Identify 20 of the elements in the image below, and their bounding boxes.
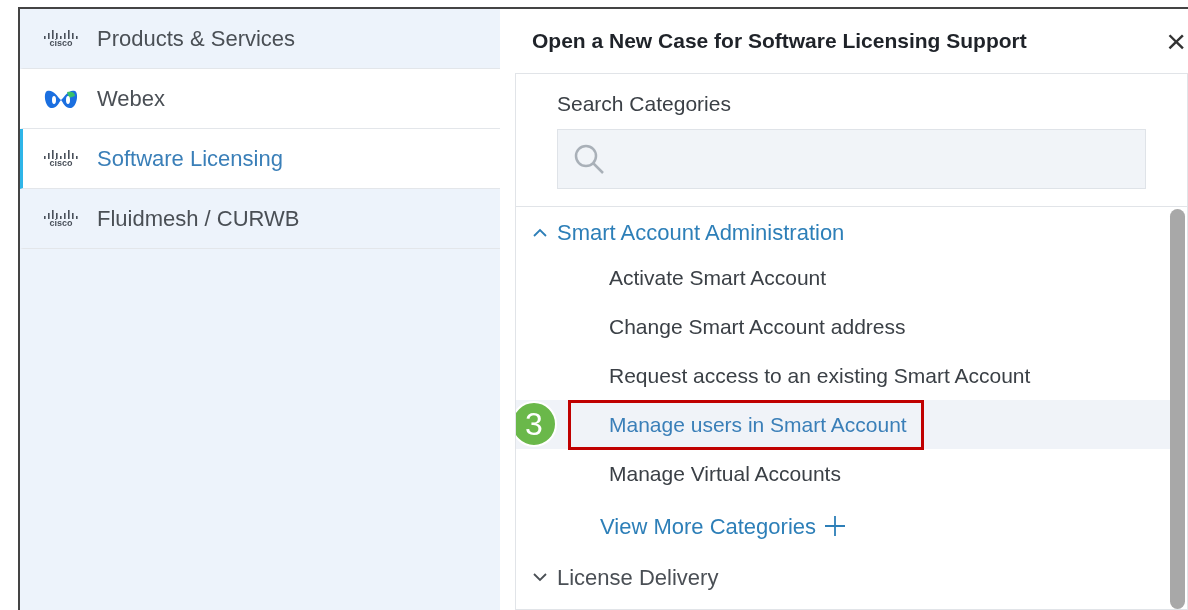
- category-item[interactable]: Manage Virtual Accounts: [609, 457, 841, 490]
- search-field[interactable]: [557, 129, 1146, 189]
- category-header[interactable]: License Delivery: [516, 562, 1170, 592]
- category-item[interactable]: Request access to an existing Smart Account: [609, 359, 1031, 392]
- chevron-up-icon: [533, 227, 547, 237]
- sidebar-item[interactable]: cisco Software Licensing: [20, 129, 500, 189]
- search-label: Search Categories: [557, 90, 732, 117]
- scrollbar[interactable]: [1170, 209, 1185, 609]
- chevron-down-icon: [533, 572, 547, 582]
- step-badge: 3: [516, 401, 557, 447]
- sidebar-item[interactable]: Webex: [20, 69, 500, 129]
- view-more-link[interactable]: View More Categories: [600, 498, 1170, 554]
- category-item[interactable]: Change Smart Account address: [609, 310, 906, 343]
- dialog-title: Open a New Case for Software Licensing Support: [532, 28, 1027, 54]
- category-header[interactable]: Smart Account Administration: [516, 217, 1170, 247]
- close-button[interactable]: ×: [1166, 23, 1186, 58]
- plus-icon: [824, 515, 847, 537]
- category-item[interactable]: Activate Smart Account: [609, 261, 827, 294]
- category-item[interactable]: Manage users in Smart Account: [609, 408, 907, 441]
- search-icon: [572, 142, 606, 176]
